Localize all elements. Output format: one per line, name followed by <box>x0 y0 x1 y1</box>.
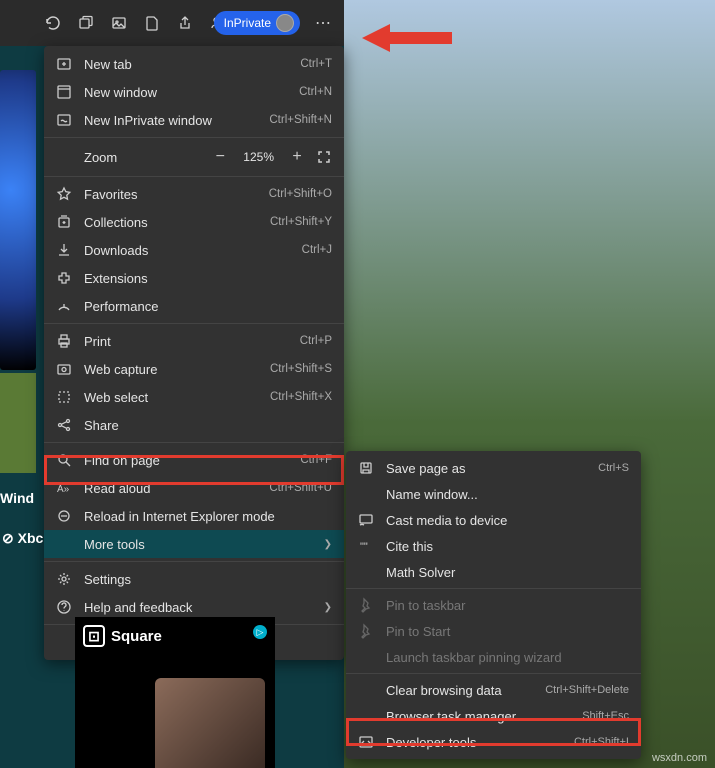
ad-box[interactable]: ⊡ Square ▷ <box>75 617 275 768</box>
menu-print[interactable]: Print Ctrl+P <box>44 327 344 355</box>
separator <box>44 561 344 562</box>
menu-read-aloud[interactable]: A» Read aloud Ctrl+Shift+U <box>44 474 344 502</box>
blank-icon <box>358 682 374 698</box>
watermark: wsxdn.com <box>652 752 707 764</box>
submenu-task-manager[interactable]: Browser task manager Shift+Esc <box>346 703 641 729</box>
separator <box>44 176 344 177</box>
adchoices-icon[interactable]: ▷ <box>253 625 267 639</box>
zoom-value: 125% <box>239 150 278 164</box>
performance-icon <box>56 298 72 314</box>
menu-downloads[interactable]: Downloads Ctrl+J <box>44 236 344 264</box>
svg-text:"": "" <box>360 541 368 553</box>
blank-icon <box>358 649 374 665</box>
menu-web-capture[interactable]: Web capture Ctrl+Shift+S <box>44 355 344 383</box>
note-icon[interactable] <box>144 15 160 31</box>
separator <box>44 137 344 138</box>
submenu-save-page[interactable]: Save page as Ctrl+S <box>346 455 641 481</box>
inprivate-badge[interactable]: InPrivate <box>214 11 300 35</box>
page-tag-wind: Wind <box>0 490 34 506</box>
chevron-right-icon: ❯ <box>324 539 332 550</box>
download-icon <box>56 242 72 258</box>
browser-toolbar: InPrivate ⋯ <box>0 0 344 46</box>
avatar-icon <box>276 14 294 32</box>
wallpaper-grass <box>0 373 36 473</box>
select-icon <box>56 389 72 405</box>
inprivate-icon <box>56 112 72 128</box>
menu-performance[interactable]: Performance <box>44 292 344 320</box>
chevron-right-icon: ❯ <box>324 602 332 613</box>
image-icon[interactable] <box>111 15 127 31</box>
share-menu-icon <box>56 417 72 433</box>
separator <box>44 442 344 443</box>
ad-header: ⊡ Square <box>75 617 275 655</box>
blank-icon <box>56 634 72 650</box>
submenu-developer-tools[interactable]: Developer tools Ctrl+Shift+I <box>346 729 641 755</box>
annotation-arrow <box>362 20 452 61</box>
blank-icon <box>56 536 72 552</box>
submenu-clear-data[interactable]: Clear browsing data Ctrl+Shift+Delete <box>346 677 641 703</box>
ie-icon <box>56 508 72 524</box>
pin-icon <box>358 623 374 639</box>
refresh-icon[interactable] <box>45 15 61 31</box>
cite-icon: "" <box>358 538 374 554</box>
menu-favorites[interactable]: Favorites Ctrl+Shift+O <box>44 180 344 208</box>
help-icon <box>56 599 72 615</box>
svg-text:A»: A» <box>57 484 70 495</box>
tabs-icon[interactable] <box>78 15 94 31</box>
collections-icon <box>56 214 72 230</box>
ad-brand: Square <box>111 628 162 645</box>
submenu-pin-start: Pin to Start <box>346 618 641 644</box>
menu-new-inprivate[interactable]: New InPrivate window Ctrl+Shift+N <box>44 106 344 134</box>
submenu-pin-taskbar: Pin to taskbar <box>346 592 641 618</box>
submenu-launch-taskbar-wizard: Launch taskbar pinning wizard <box>346 644 641 670</box>
submenu-cast[interactable]: Cast media to device <box>346 507 641 533</box>
share-icon[interactable] <box>177 15 193 31</box>
separator <box>346 673 641 674</box>
blank-icon <box>358 708 374 724</box>
zoom-row: Zoom − 125% + <box>44 141 344 173</box>
menu-collections[interactable]: Collections Ctrl+Shift+Y <box>44 208 344 236</box>
menu-settings[interactable]: Settings <box>44 565 344 593</box>
more-menu-button[interactable]: ⋯ <box>315 13 332 33</box>
more-tools-submenu: Save page as Ctrl+S Name window... Cast … <box>346 451 641 759</box>
gear-icon <box>56 571 72 587</box>
search-icon <box>56 452 72 468</box>
fullscreen-icon[interactable] <box>316 149 332 165</box>
separator <box>346 588 641 589</box>
menu-extensions[interactable]: Extensions <box>44 264 344 292</box>
inprivate-label: InPrivate <box>224 16 271 30</box>
zoom-in-button[interactable]: + <box>286 148 308 166</box>
menu-more-tools[interactable]: More tools ❯ <box>44 530 344 558</box>
zoom-label: Zoom <box>84 150 201 165</box>
read-aloud-icon: A» <box>56 480 72 496</box>
devtools-icon <box>358 734 374 750</box>
wallpaper-thumb <box>0 70 36 370</box>
submenu-name-window[interactable]: Name window... <box>346 481 641 507</box>
ad-logo-icon: ⊡ <box>83 625 105 647</box>
extensions-icon <box>56 270 72 286</box>
new-window-icon <box>56 84 72 100</box>
star-icon <box>56 186 72 202</box>
menu-reload-ie[interactable]: Reload in Internet Explorer mode <box>44 502 344 530</box>
blank-icon <box>358 486 374 502</box>
page-tag-xbc: ⊘ Xbc <box>0 530 43 547</box>
menu-new-window[interactable]: New window Ctrl+N <box>44 78 344 106</box>
submenu-cite[interactable]: "" Cite this <box>346 533 641 559</box>
menu-web-select[interactable]: Web select Ctrl+Shift+X <box>44 383 344 411</box>
pin-icon <box>358 597 374 613</box>
capture-icon <box>56 361 72 377</box>
menu-find[interactable]: Find on page Ctrl+F <box>44 446 344 474</box>
menu-new-tab[interactable]: New tab Ctrl+T <box>44 50 344 78</box>
menu-share[interactable]: Share <box>44 411 344 439</box>
cast-icon <box>358 512 374 528</box>
submenu-math[interactable]: Math Solver <box>346 559 641 585</box>
new-tab-icon <box>56 56 72 72</box>
main-menu: New tab Ctrl+T New window Ctrl+N New InP… <box>44 46 344 660</box>
zoom-out-button[interactable]: − <box>209 148 231 166</box>
ad-image <box>155 678 265 768</box>
save-icon <box>358 460 374 476</box>
blank-icon <box>358 564 374 580</box>
separator <box>44 323 344 324</box>
print-icon <box>56 333 72 349</box>
